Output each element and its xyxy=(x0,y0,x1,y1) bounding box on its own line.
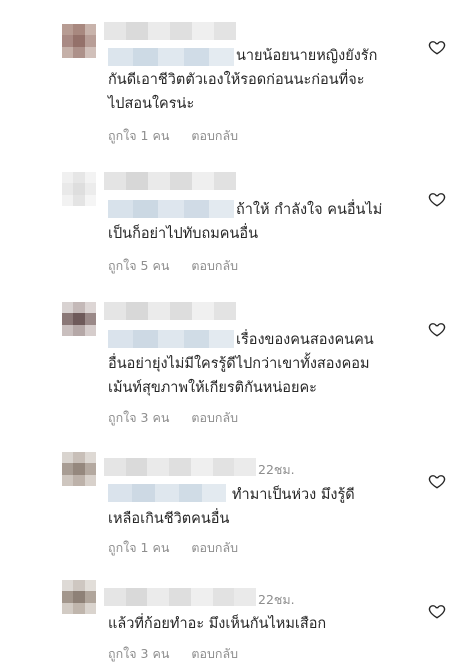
comment-text: เรื่องของคนสองคนคน อื่นอย่ายุ่งไม่มีใครร… xyxy=(108,332,374,396)
comment-meta: ถูกใจ 3 คน ตอบกลับ xyxy=(108,408,238,428)
heart-outline-icon[interactable] xyxy=(428,190,446,208)
heart-outline-icon[interactable] xyxy=(428,472,446,490)
like-count[interactable]: ถูกใจ 3 คน xyxy=(108,408,169,428)
heart-outline-icon[interactable] xyxy=(428,38,446,56)
username-blurred[interactable] xyxy=(104,458,256,476)
avatar[interactable] xyxy=(62,452,96,486)
comment-meta: ถูกใจ 1 คน ตอบกลับ xyxy=(108,126,238,146)
username-blurred[interactable] xyxy=(104,22,236,40)
like-count[interactable]: ถูกใจ 3 คน xyxy=(108,644,169,664)
reply-button[interactable]: ตอบกลับ xyxy=(191,126,238,146)
username-blurred[interactable] xyxy=(104,588,256,606)
reply-button[interactable]: ตอบกลับ xyxy=(191,408,238,428)
like-count[interactable]: ถูกใจ 1 คน xyxy=(108,126,169,146)
comment-time: 22ชม. xyxy=(258,462,295,477)
comment-text: ถ้าให้ กำลังใจ คนอื่นไม่ เป็นก็อย่าไปทับ… xyxy=(108,202,383,242)
username-blurred[interactable] xyxy=(104,172,236,190)
comment-time: 22ชม. xyxy=(258,592,295,607)
comment-text: ทำมาเป็นห่วง มึงรู้ดี เหลือเกินชีวิตคนอื… xyxy=(108,487,355,527)
heart-outline-icon[interactable] xyxy=(428,320,446,338)
comment-meta: ถูกใจ 5 คน ตอบกลับ xyxy=(108,256,238,276)
comment-meta: ถูกใจ 3 คน ตอบกลับ xyxy=(108,644,238,664)
reply-button[interactable]: ตอบกลับ xyxy=(191,256,238,276)
avatar[interactable] xyxy=(62,24,96,58)
like-count[interactable]: ถูกใจ 5 คน xyxy=(108,256,169,276)
avatar[interactable] xyxy=(62,172,96,206)
avatar[interactable] xyxy=(62,302,96,336)
like-count[interactable]: ถูกใจ 1 คน xyxy=(108,538,169,558)
heart-outline-icon[interactable] xyxy=(428,602,446,620)
reply-button[interactable]: ตอบกลับ xyxy=(191,538,238,558)
comment-text: แล้วที่ก้อยทำอะ มึงเห็นกันไหมเสือก xyxy=(108,616,327,632)
comment-meta: ถูกใจ 1 คน ตอบกลับ xyxy=(108,538,238,558)
username-blurred[interactable] xyxy=(104,302,236,320)
reply-button[interactable]: ตอบกลับ xyxy=(191,644,238,664)
comment-text: นายน้อยนายหญิงยังรัก กันดีเอาชีวิตตัวเอง… xyxy=(108,48,378,112)
avatar[interactable] xyxy=(62,580,96,614)
